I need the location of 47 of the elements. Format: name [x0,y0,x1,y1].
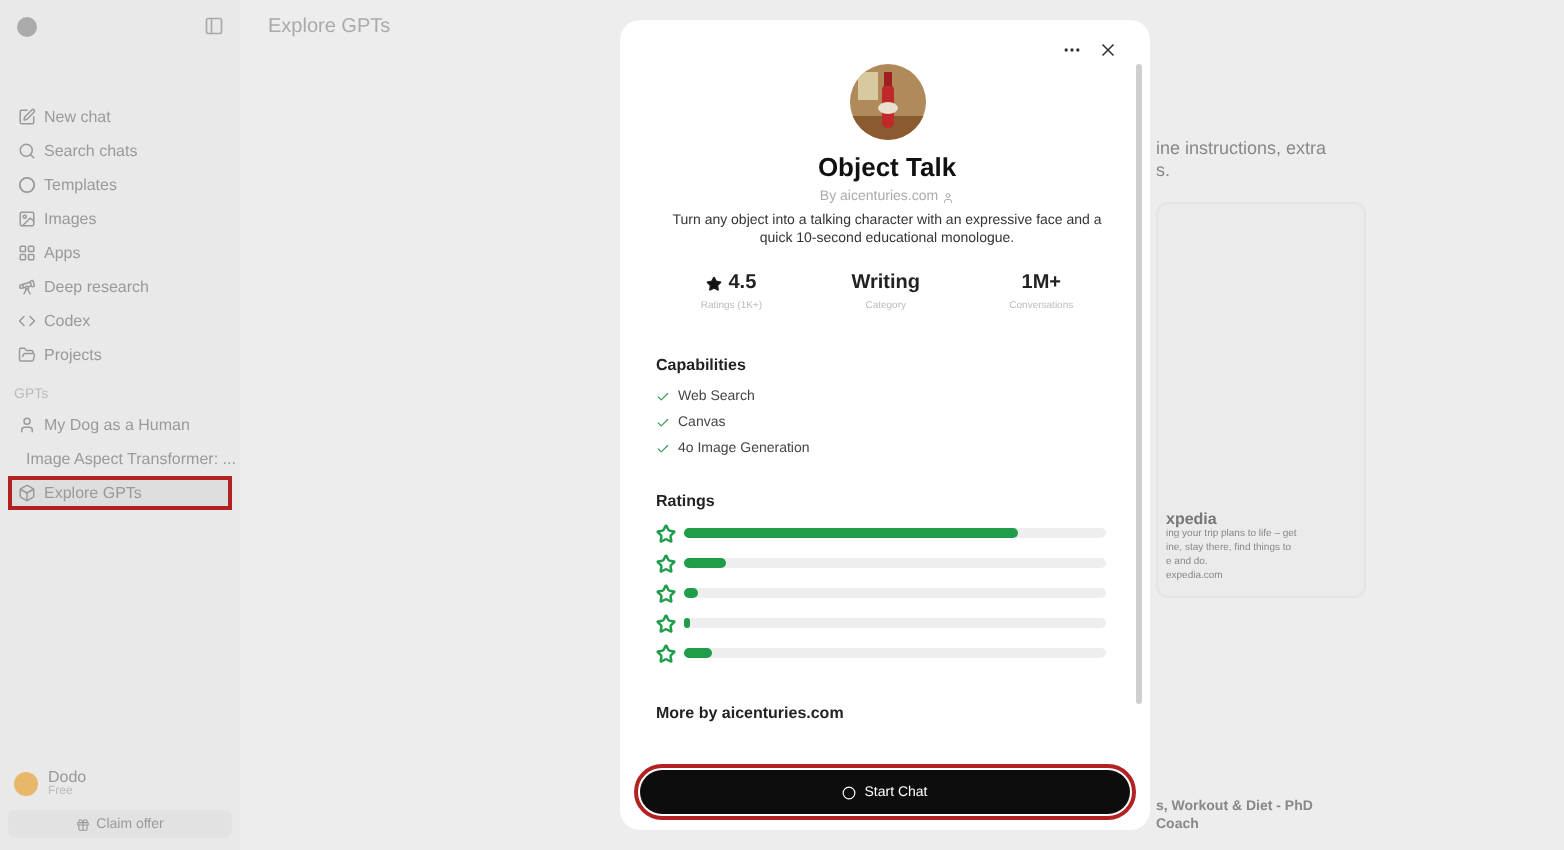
stat-value: 1M+ [1021,272,1061,294]
sidebar-item[interactable]: New chat [8,100,232,134]
sidebar-item[interactable]: Image Aspect Transformer: ... [8,442,232,476]
sidebar-item[interactable]: Search chats [8,134,232,168]
person-icon [942,191,955,203]
intro-text: s. [1156,160,1173,182]
stat-value: Writing [851,272,920,294]
sidebar-item[interactable]: Codex [8,304,232,338]
person-icon [18,416,36,434]
circle-icon [842,785,857,799]
user-name: Dodo [48,768,87,786]
star-icon [656,613,676,633]
pencil-square-icon [18,108,36,126]
scrollbar[interactable] [1136,64,1142,704]
section-heading: More by aicenturies.com [656,704,846,722]
card-title: xpedia [1166,510,1219,528]
sidebar-item[interactable]: Templates [8,168,232,202]
cube-icon [18,484,36,502]
image-icon [18,210,36,228]
sidebar-item[interactable]: Images [8,202,232,236]
stat-value: 4.5 [706,272,757,294]
star-icon [656,583,676,603]
star-icon [706,275,723,291]
grid-icon [18,244,36,262]
star-icon [656,553,676,573]
avatar[interactable] [14,771,38,795]
sidebar-item[interactable]: Apps [8,236,232,270]
intro-text: ine instructions, extra [1156,138,1329,160]
telescope-icon [18,278,36,296]
sidebar-item[interactable]: Deep research [8,270,232,304]
sidebar-toggle-icon[interactable] [204,16,224,36]
page-title: Explore GPTs [268,16,393,38]
sidebar-item[interactable]: My Dog as a Human [8,408,232,442]
circle-icon [18,176,36,194]
star-icon [656,643,676,663]
sidebar-item[interactable]: Explore GPTs [8,476,232,510]
section-heading: Capabilities [656,356,748,374]
logo-icon[interactable] [16,15,38,37]
close-icon[interactable] [1098,40,1118,60]
star-icon [656,523,676,543]
sidebar-item[interactable]: Projects [8,338,232,372]
folder-icon [18,346,36,364]
gift-icon [76,817,91,831]
gpt-name: Object Talk [815,152,959,182]
search-icon [18,142,36,160]
section-heading: Ratings [656,492,717,510]
code-icon [18,312,36,330]
